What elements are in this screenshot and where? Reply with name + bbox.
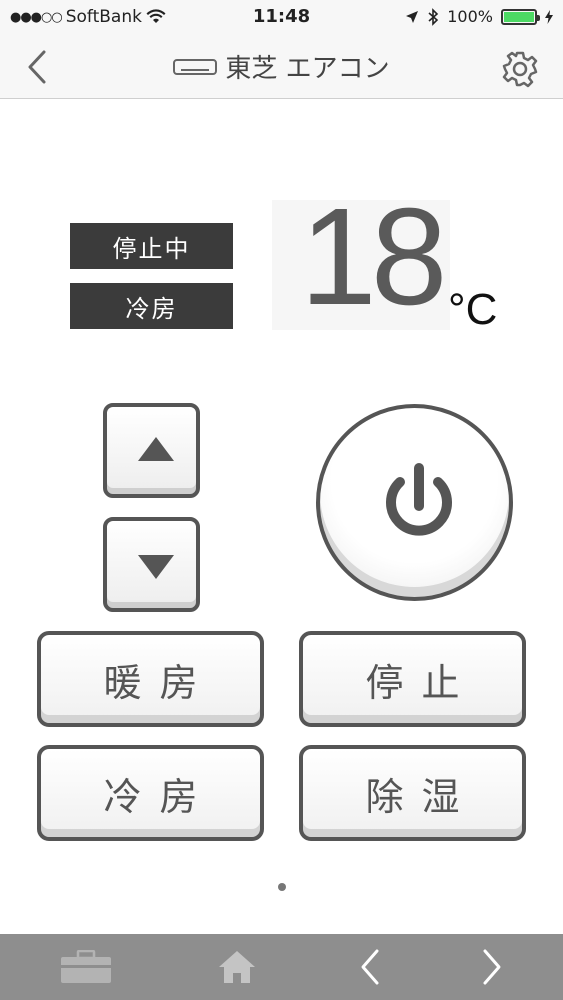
location-arrow-icon: [406, 10, 419, 23]
triangle-down-icon: [138, 555, 174, 579]
air-conditioner-icon: [173, 58, 218, 75]
heat-mode-button[interactable]: 暖房: [37, 631, 264, 727]
battery-icon: [501, 8, 540, 25]
chevron-left-icon: [361, 949, 379, 985]
status-bar: ●●●○○ SoftBank 11:48 100%: [0, 0, 563, 34]
status-indicators: 100%: [405, 7, 553, 26]
bottom-toolbar: [0, 934, 563, 1000]
temperature-down-button[interactable]: [103, 517, 200, 612]
mode-status-label: 冷房: [70, 283, 233, 329]
triangle-up-icon: [138, 437, 174, 461]
cool-mode-button[interactable]: 冷房: [37, 745, 264, 841]
page-title: 東芝 エアコン: [0, 48, 563, 85]
toolbox-icon: [61, 950, 111, 983]
toolbox-button[interactable]: [58, 944, 114, 990]
operation-status-label: 停止中: [70, 223, 233, 269]
stop-button[interactable]: 停止: [299, 631, 526, 727]
power-button[interactable]: [316, 404, 513, 601]
home-icon: [219, 951, 255, 983]
battery-percent: 100%: [447, 7, 493, 26]
power-icon: [386, 463, 452, 536]
chevron-right-icon: [483, 949, 501, 985]
page-title-text: 東芝 エアコン: [225, 54, 390, 84]
battery-level: [504, 11, 534, 22]
home-button[interactable]: [212, 944, 262, 990]
temperature-value: 18: [300, 180, 447, 334]
settings-button[interactable]: [501, 50, 539, 88]
page-indicator: [278, 883, 286, 891]
temperature-up-button[interactable]: [103, 403, 200, 498]
charging-bolt-icon: [545, 9, 553, 24]
dehumidify-mode-button[interactable]: 除湿: [299, 745, 526, 841]
next-button[interactable]: [474, 944, 510, 990]
previous-button[interactable]: [352, 944, 388, 990]
gear-icon: [502, 51, 538, 88]
temperature-unit: °C: [448, 285, 498, 334]
navigation-bar: 東芝 エアコン: [0, 34, 563, 99]
bluetooth-icon: [428, 7, 439, 26]
